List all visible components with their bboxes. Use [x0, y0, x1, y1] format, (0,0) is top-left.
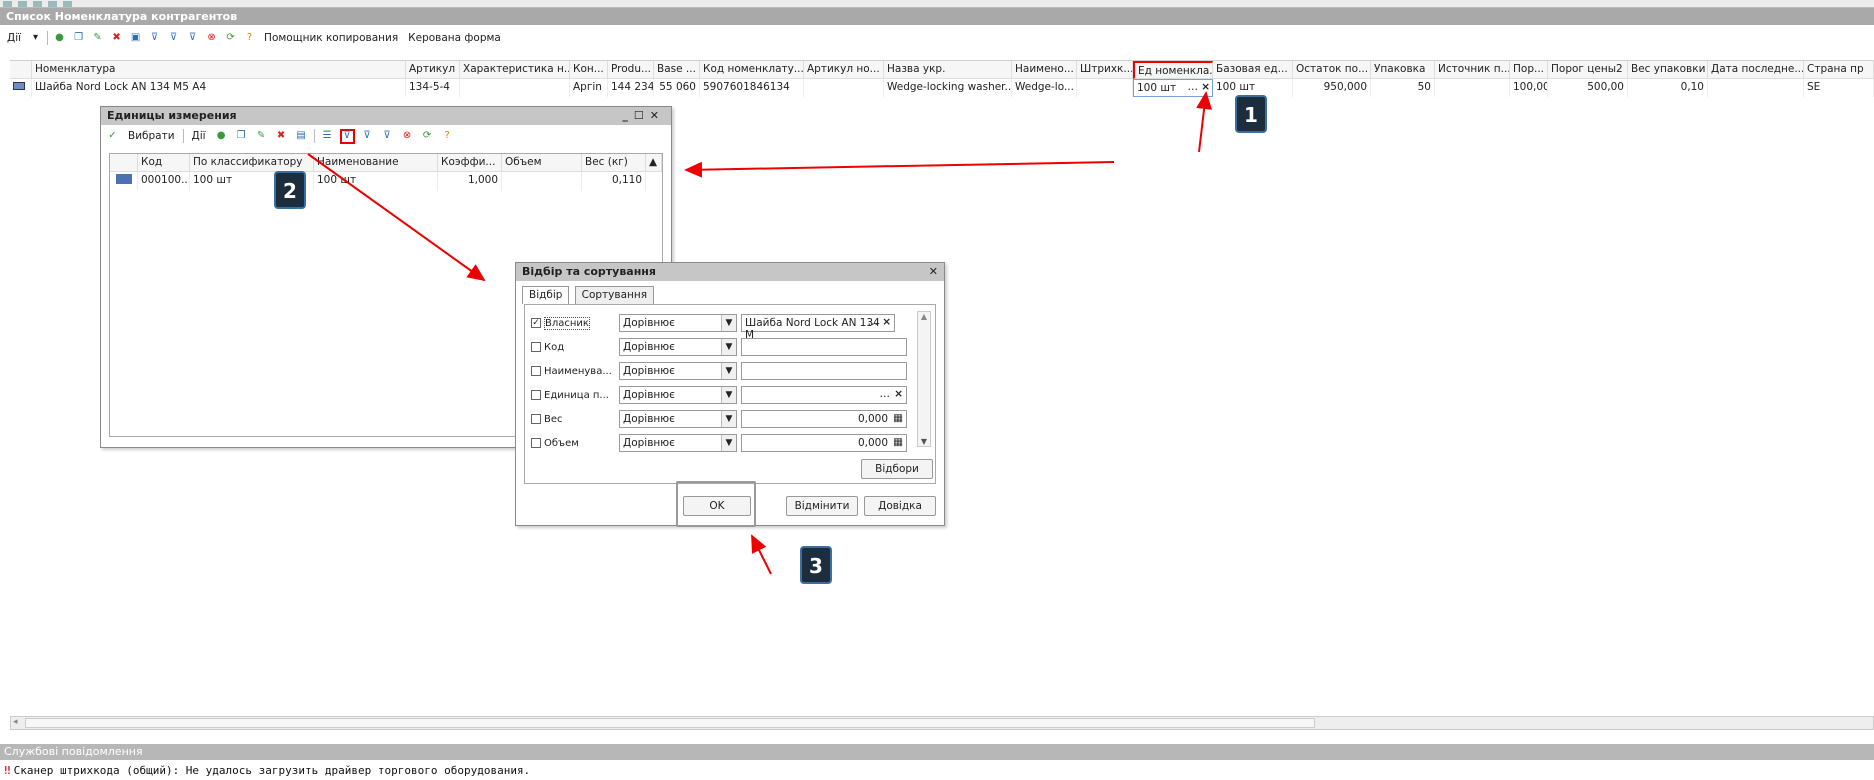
annotation-marker-1: 1 — [1235, 95, 1267, 133]
arrow-to-ok — [751, 534, 772, 575]
arrow-to-units-window — [684, 161, 1115, 178]
annotation-marker-2: 2 — [274, 171, 306, 209]
annotation-arrows — [307, 91, 1213, 575]
message-line: ‼ Сканер штрихкода (общий): Не удалось за… — [0, 762, 1874, 778]
arrow-to-unit-column — [1196, 91, 1213, 153]
messages-title: Службові повідомлення — [0, 744, 1874, 760]
arrow-to-filter-dialog — [307, 153, 486, 282]
message-text: Сканер штрихкода (общий): Не удалось заг… — [13, 764, 531, 777]
annotation-marker-3: 3 — [800, 546, 832, 584]
warning-icon: ‼ — [4, 764, 11, 777]
